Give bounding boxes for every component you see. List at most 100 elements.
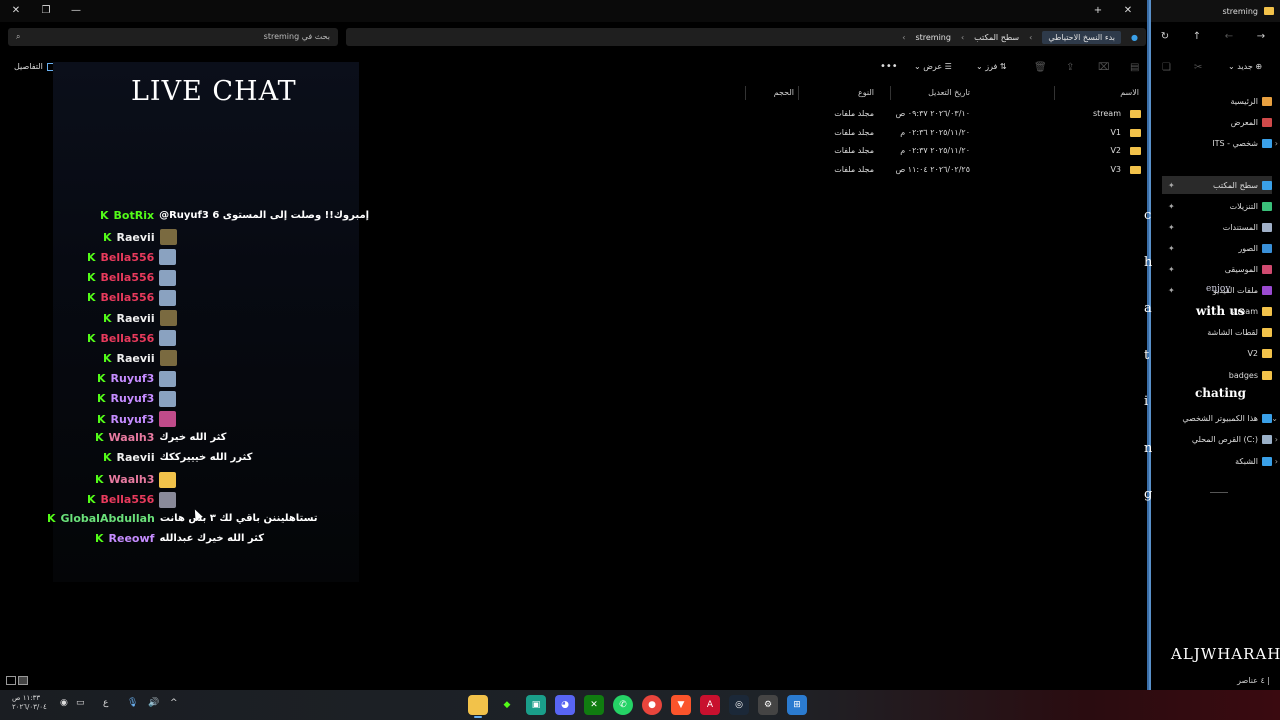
- chat-app-icon[interactable]: ▣: [526, 695, 546, 715]
- sidebar-item[interactable]: الصور ✦: [1162, 239, 1272, 257]
- title-bar: ✕ ❐ — + ✕: [0, 0, 1150, 22]
- view-switcher[interactable]: [6, 676, 28, 685]
- tiles-view-icon[interactable]: [18, 676, 28, 685]
- breadcrumb-desktop[interactable]: سطح المكتب: [974, 33, 1019, 42]
- pin-icon[interactable]: ✦: [1168, 223, 1175, 232]
- kick-app-icon[interactable]: ◆: [497, 695, 517, 715]
- taskbar-clock[interactable]: ١١:٣٣ ص ٢٠٢٦/٠٣/٠٤: [12, 694, 47, 712]
- file-row[interactable]: V1 ٢٠٢٥/١١/٢٠ ٠٢:٣٦ م مجلد ملفات: [745, 124, 1145, 142]
- expand-chevron-icon[interactable]: ›: [1275, 435, 1278, 444]
- expand-chevron-icon[interactable]: ›: [1275, 139, 1278, 148]
- sidebar-item[interactable]: الشبكة ›: [1162, 452, 1278, 470]
- microphone-icon[interactable]: 🎙: [127, 698, 138, 708]
- pin-icon[interactable]: ✦: [1168, 265, 1175, 274]
- expand-chevron-icon[interactable]: ⌄: [1271, 414, 1278, 423]
- sidebar-item[interactable]: هذا الكمبيوتر الشخصي ⌄: [1162, 409, 1278, 427]
- file-name: V1: [1110, 127, 1121, 137]
- back-arrow-icon[interactable]: →: [1252, 28, 1270, 46]
- column-header-name[interactable]: الاسم: [1120, 88, 1139, 97]
- chat-username: Bella556: [100, 291, 155, 305]
- column-header-type[interactable]: النوع: [858, 88, 874, 97]
- adobe-app-icon[interactable]: A: [700, 695, 720, 715]
- share-icon[interactable]: ⇪: [1066, 62, 1074, 73]
- chat-title: LIVE CHAT: [131, 76, 297, 107]
- sidebar-item[interactable]: الموسيقى ✦: [1162, 260, 1272, 278]
- kick-badge-icon: K: [87, 250, 96, 264]
- sidebar-item[interactable]: الرئيسية: [1162, 92, 1272, 110]
- sort-button[interactable]: ⌄ فرز ⇅: [976, 62, 1007, 71]
- file-row[interactable]: V3 ٢٠٢٦/٠٢/٢٥ ١١:٠٤ ص مجلد ملفات: [745, 161, 1145, 179]
- view-button[interactable]: ⌄ عرض ☰: [914, 62, 952, 71]
- wifi-icon[interactable]: ◉: [60, 698, 68, 708]
- chevron-left-icon[interactable]: ‹: [902, 33, 905, 42]
- restore-window-icon[interactable]: ❐: [38, 3, 54, 19]
- volume-icon[interactable]: 🔊: [148, 698, 159, 708]
- column-divider: [745, 86, 746, 100]
- breadcrumb[interactable]: ● بدء النسخ الاحتياطي ‹ سطح المكتب ‹ str…: [346, 28, 1146, 46]
- chat-username: Reeowf: [108, 532, 155, 546]
- language-indicator[interactable]: ع: [103, 698, 108, 708]
- search-input[interactable]: ⌕ بحث في streming: [8, 28, 338, 46]
- xbox-icon[interactable]: ✕: [584, 695, 604, 715]
- active-tab[interactable]: streming: [1150, 0, 1280, 22]
- pin-icon[interactable]: ✦: [1168, 202, 1175, 211]
- kick-badge-icon: K: [103, 451, 112, 465]
- forward-arrow-icon[interactable]: ←: [1220, 28, 1238, 46]
- column-header-size[interactable]: الحجم: [774, 88, 794, 97]
- whatsapp-icon[interactable]: ✆: [613, 695, 633, 715]
- sidebar-item[interactable]: ITS - شخصي ›: [1162, 134, 1278, 152]
- file-explorer-icon[interactable]: [468, 695, 488, 718]
- discord-icon[interactable]: ◕: [555, 695, 575, 715]
- minimize-window-icon[interactable]: —: [68, 3, 84, 19]
- breadcrumb-streming[interactable]: streming: [915, 33, 951, 42]
- refresh-icon[interactable]: ↻: [1156, 28, 1174, 46]
- close-window-icon[interactable]: ✕: [8, 3, 24, 19]
- sidebar-item[interactable]: لقطات الشاشة: [1162, 323, 1272, 341]
- settings-app-icon[interactable]: ⚙: [758, 695, 778, 715]
- chat-message: K Ruyuf3: [97, 370, 177, 387]
- sidebar-item[interactable]: التنزيلات ✦: [1162, 197, 1272, 215]
- steam-icon[interactable]: ◎: [729, 695, 749, 715]
- sidebar-item[interactable]: سطح المكتب ✦: [1162, 176, 1272, 194]
- chat-username: Waalh3: [108, 431, 155, 445]
- sidebar-item[interactable]: المعرض: [1162, 113, 1272, 131]
- column-header-date[interactable]: تاريخ التعديل: [928, 88, 970, 97]
- chat-message: K Bella556: [87, 249, 177, 266]
- sidebar-item-icon: [1262, 348, 1272, 358]
- file-row[interactable]: stream ٢٠٢٦/٠٣/١٠ ٠٩:٣٧ ص مجلد ملفات: [745, 105, 1145, 123]
- new-button[interactable]: ⌄ جديد ⊕: [1228, 62, 1262, 71]
- paste-icon[interactable]: ▤: [1130, 62, 1139, 73]
- chevron-up-icon[interactable]: ^: [170, 698, 178, 708]
- sidebar-item[interactable]: V2: [1162, 344, 1272, 362]
- sidebar-item-label: الرئيسية: [1230, 96, 1258, 106]
- sidebar-item[interactable]: badges: [1162, 366, 1272, 384]
- sidebar-item[interactable]: القرص المحلي (C:) ›: [1162, 430, 1278, 448]
- new-tab-button[interactable]: +: [1090, 3, 1106, 19]
- pin-icon[interactable]: ✦: [1168, 181, 1175, 190]
- rename-icon[interactable]: ⌧: [1098, 62, 1110, 73]
- up-arrow-icon[interactable]: ↑: [1188, 28, 1206, 46]
- cut-icon[interactable]: ✂: [1194, 62, 1202, 73]
- chat-username: Bella556: [100, 331, 155, 345]
- breadcrumb-backup[interactable]: بدء النسخ الاحتياطي: [1042, 30, 1122, 44]
- sidebar-item-label: الصور: [1238, 243, 1258, 253]
- sidebar-item[interactable]: المستندات ✦: [1162, 218, 1272, 236]
- file-row[interactable]: V2 ٢٠٢٥/١١/٢٠ ٠٢:٣٧ م مجلد ملفات: [745, 142, 1145, 160]
- pin-icon[interactable]: ✦: [1168, 244, 1175, 253]
- pin-icon[interactable]: ✦: [1168, 286, 1175, 295]
- details-button[interactable]: التفاصيل: [14, 62, 56, 71]
- close-tab-icon[interactable]: ✕: [1120, 3, 1136, 19]
- chrome-icon[interactable]: ●: [642, 695, 662, 715]
- emote-icon: [159, 269, 177, 286]
- copy-icon[interactable]: ❏: [1162, 62, 1171, 73]
- kick-badge-icon: K: [103, 311, 112, 325]
- more-options-button[interactable]: •••: [880, 61, 898, 72]
- brave-icon[interactable]: ▼: [671, 695, 691, 715]
- chat-message: K Bella556: [87, 269, 177, 286]
- delete-icon[interactable]: 🗑: [1034, 62, 1047, 73]
- battery-icon[interactable]: ▭: [76, 698, 85, 708]
- live-chat-overlay: LIVE CHAT K BotRix @Ruyuf3 إمبروك!! وصلت إ…: [47, 62, 369, 582]
- details-view-icon[interactable]: [6, 676, 16, 685]
- expand-chevron-icon[interactable]: ›: [1275, 457, 1278, 466]
- windows-start-icon[interactable]: ⊞: [787, 695, 807, 715]
